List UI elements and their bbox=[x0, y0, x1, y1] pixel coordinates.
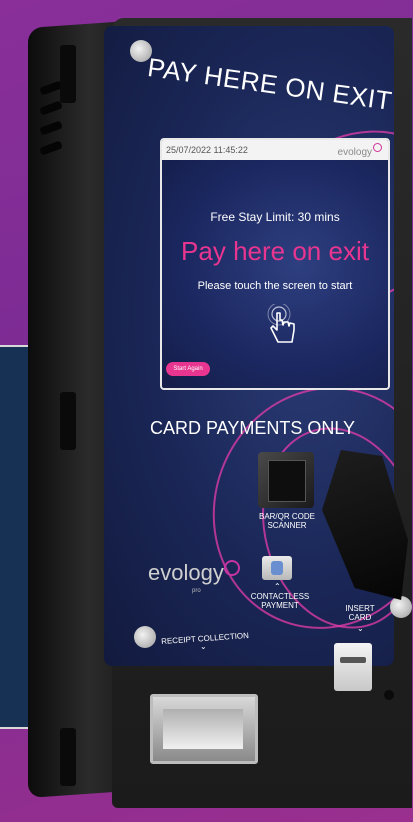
barcode-scanner[interactable] bbox=[258, 452, 314, 508]
receipt-slot-inner bbox=[163, 709, 243, 749]
card-reader-slot bbox=[340, 657, 366, 663]
free-stay-text: Free Stay Limit: 30 mins bbox=[210, 210, 340, 224]
brand-logo-text: evology bbox=[148, 560, 224, 585]
start-again-button[interactable]: Start Again bbox=[166, 362, 210, 376]
touch-prompt: Please touch the screen to start bbox=[197, 280, 353, 292]
chevron-up-icon: ⌃ bbox=[274, 582, 281, 591]
card-reader[interactable] bbox=[334, 643, 372, 691]
insert-card-label: INSERT CARD bbox=[345, 604, 375, 622]
touch-screen[interactable]: 25/07/2022 11:45:22 evology Free Stay Li… bbox=[160, 138, 390, 390]
touch-hand-icon bbox=[267, 304, 295, 343]
screen-main-title: Pay here on exit bbox=[181, 236, 369, 266]
door-hinge bbox=[60, 392, 76, 450]
contactless-reader[interactable] bbox=[262, 556, 292, 580]
screen-status-bar: 25/07/2022 11:45:22 evology bbox=[162, 140, 388, 160]
chevron-down-icon: ⌄ bbox=[357, 624, 364, 633]
key-lock bbox=[384, 690, 394, 700]
screen-logo: evology bbox=[338, 143, 382, 163]
logo-ring-icon bbox=[373, 143, 382, 152]
screen-datetime: 25/07/2022 11:45:22 bbox=[166, 145, 248, 155]
brand-logo: evology bbox=[148, 560, 240, 586]
scanner-window bbox=[268, 460, 306, 502]
scanner-label: BAR/QR CODE SCANNER bbox=[258, 512, 315, 530]
contactless-icon bbox=[271, 561, 283, 575]
screen-logo-text: evology bbox=[337, 147, 372, 158]
chevron-down-icon: ⌄ bbox=[200, 642, 207, 651]
card-payments-heading: CARD PAYMENTS ONLY bbox=[150, 418, 356, 438]
brand-sub: pro bbox=[192, 588, 201, 594]
door-hinge bbox=[60, 728, 76, 786]
receipt-collection-slot[interactable] bbox=[150, 694, 258, 764]
door-hinge bbox=[60, 45, 76, 103]
logo-ring-icon bbox=[223, 560, 240, 576]
contactless-label: CONTACTLESS PAYMENT bbox=[250, 592, 310, 610]
